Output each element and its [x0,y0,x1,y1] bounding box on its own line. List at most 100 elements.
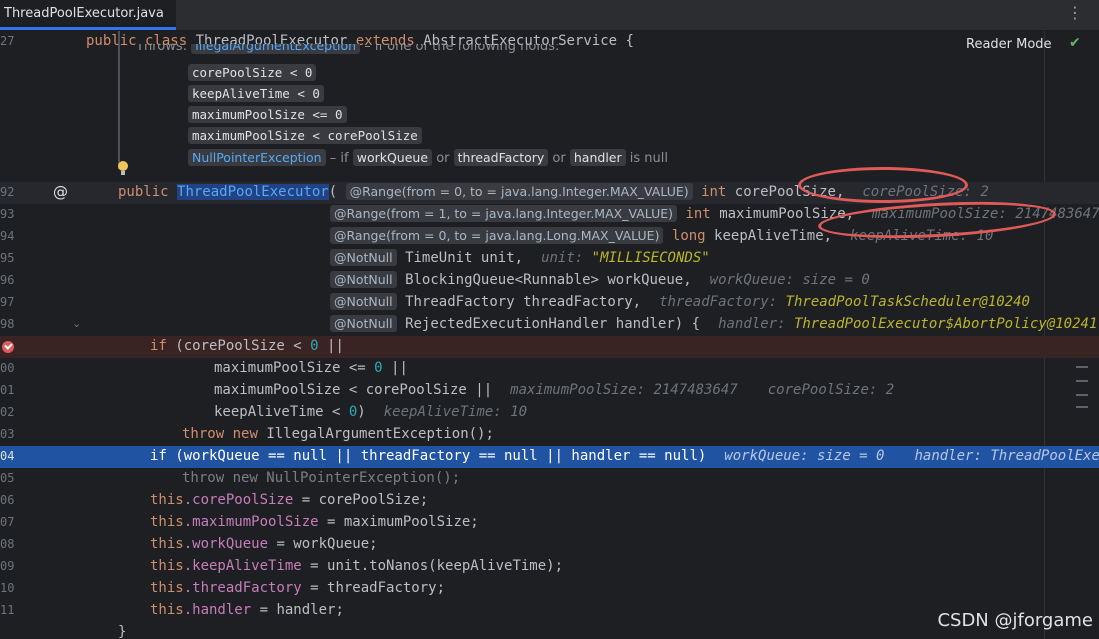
line-number: 10 [0,581,14,595]
code-text: = handler; [251,602,344,618]
code-text: (corePoolSize < [166,338,311,354]
closing-brace: } [118,624,127,639]
range-annotation: @Range(from = 1, to = java.lang.Integer.… [330,205,678,222]
number-literal: 0 [374,360,383,376]
code-editor[interactable]: 27 public class ThreadPoolExecutor exten… [0,31,1099,639]
debug-hint-value: ThreadPoolExecutor$AbortPolicy@10241 [793,316,1098,332]
field: .corePoolSize [183,492,294,508]
tab-label: ThreadPoolExecutor.java [4,6,164,21]
doc-condition: maximumPoolSize < corePoolSize [0,127,1099,149]
param: keepAliveTime, [714,228,833,244]
line-number: 09 [0,559,14,573]
code-text: = corePoolSize; [293,492,429,508]
debug-hint-name: corePoolSize: [767,382,878,398]
code-line: 02 keepAliveTime < 0) keepAliveTime: 10 [0,402,1099,424]
range-annotation: @Range(from = 0, to = java.lang.Long.MAX… [330,227,664,244]
param: RejectedExecutionHandler handler) { [405,316,701,332]
keyword: if [150,338,167,354]
code-line: 00 maximumPoolSize <= 0 || [0,358,1099,380]
keyword: this [150,514,184,530]
implementation-at-icon[interactable]: @ [53,183,68,201]
debug-hint-name: maximumPoolSize: [510,382,646,398]
code-text: maximumPoolSize <= [214,360,375,376]
line-number: 02 [0,405,14,419]
code-text: if (workQueue == null || threadFactory =… [150,448,707,464]
debug-hint-name: threadFactory: [659,294,778,310]
doc-link-illegal-argument[interactable]: IllegalArgumentException [191,44,361,54]
line-number: 01 [0,383,14,397]
type-keyword: long [671,228,706,244]
code-line: 07 this.maximumPoolSize = maximumPoolSiz… [0,512,1099,534]
code-text: = threadFactory; [301,580,446,596]
notnull-annotation: @NotNull [330,293,397,310]
code-text: maximumPoolSize < corePoolSize || [214,382,493,398]
doc-throws-label: Throws: [136,44,187,54]
doc-code-chip: handler [569,149,626,166]
code-line: 98 ⌄ @NotNull RejectedExecutionHandler h… [0,314,1099,336]
annotation-circle [798,167,968,203]
number-literal: 0 [310,338,319,354]
doc-text: or [436,151,450,166]
param: ThreadFactory threadFactory, [405,294,642,310]
line-number: 05 [0,471,14,485]
code-text: ) [357,404,366,420]
keyword: throw [182,426,225,442]
tab-active-indicator [0,27,176,30]
more-vertical-icon[interactable]: ⋮ [1067,3,1083,22]
line-number: 03 [0,427,14,441]
code-line: 09 this.keepAliveTime = unit.toNanos(kee… [0,556,1099,578]
code-line: 95 @NotNull TimeUnit unit, unit: "MILLISE… [0,248,1099,270]
type-keyword: int [701,184,727,200]
code-text: IllegalArgumentException(); [266,426,494,442]
doc-condition: maximumPoolSize <= 0 [0,106,1099,128]
debug-hint-name: workQueue: [709,272,794,288]
debug-hint-name: handler: [914,448,982,464]
code-text: throw new NullPointerException(); [182,470,461,486]
field: .keepAliveTime [183,558,302,574]
line-number: 04 [0,449,14,463]
code-line: } [0,622,1099,639]
debug-hint-value: ThreadPoolExecut [990,448,1099,464]
code-text: = workQueue; [268,536,378,552]
field: .threadFactory [183,580,302,596]
notnull-annotation: @NotNull [330,271,397,288]
lightbulb-icon[interactable] [118,161,128,175]
line-number: 98 [0,317,14,331]
code-line: 96 @NotNull BlockingQueue<Runnable> work… [0,270,1099,292]
code-line: 10 this.threadFactory = threadFactory; [0,578,1099,600]
doc-text: is null [629,151,668,166]
constructor-name[interactable]: ThreadPoolExecutor [177,184,329,200]
fold-chevron-icon[interactable]: ⌄ [72,317,81,330]
doc-condition-chip: maximumPoolSize <= 0 [188,106,347,123]
line-number: 06 [0,493,14,507]
field: .maximumPoolSize [183,514,319,530]
param: BlockingQueue<Runnable> workQueue, [405,272,692,288]
line-number: 00 [0,361,14,375]
debug-hint-value: 10 [510,404,528,420]
code-text: keepAliveTime < [214,404,349,420]
execution-line: 04 if (workQueue == null || threadFactor… [0,446,1099,468]
doc-npe-line: NullPointerException – if workQueue or t… [0,148,1099,170]
doc-link-npe[interactable]: NullPointerException [188,149,326,166]
code-line: 05 throw new NullPointerException(); [0,468,1099,490]
line-number: 07 [0,515,14,529]
doc-condition: corePoolSize < 0 [0,64,1099,86]
debug-hint-name: workQueue: [724,448,809,464]
doc-condition: keepAliveTime < 0 [0,85,1099,107]
debug-hint-value: ThreadPoolTaskScheduler@10240 [785,294,1030,310]
code-line: 01 maximumPoolSize < corePoolSize || maxi… [0,380,1099,402]
breakpoint-icon[interactable] [2,341,14,353]
line-number: 92 [0,185,14,199]
doc-code-chip: threadFactory [453,149,549,166]
notnull-annotation: @NotNull [330,249,397,266]
debug-hint-name: unit: [541,250,584,266]
keyword: this [150,558,184,574]
code-text: = maximumPoolSize; [318,514,479,530]
tab-bar: ThreadPoolExecutor.java ⋮ [0,0,1099,31]
doc-condition-chip: keepAliveTime < 0 [188,85,324,102]
field: .handler [183,602,252,618]
doc-throws-line: Throws: IllegalArgumentException – if on… [0,44,1099,60]
keyword: this [150,580,184,596]
tab-threadpoolexecutor[interactable]: ThreadPoolExecutor.java [0,0,176,30]
scrollbar-markers[interactable] [1076,366,1088,411]
